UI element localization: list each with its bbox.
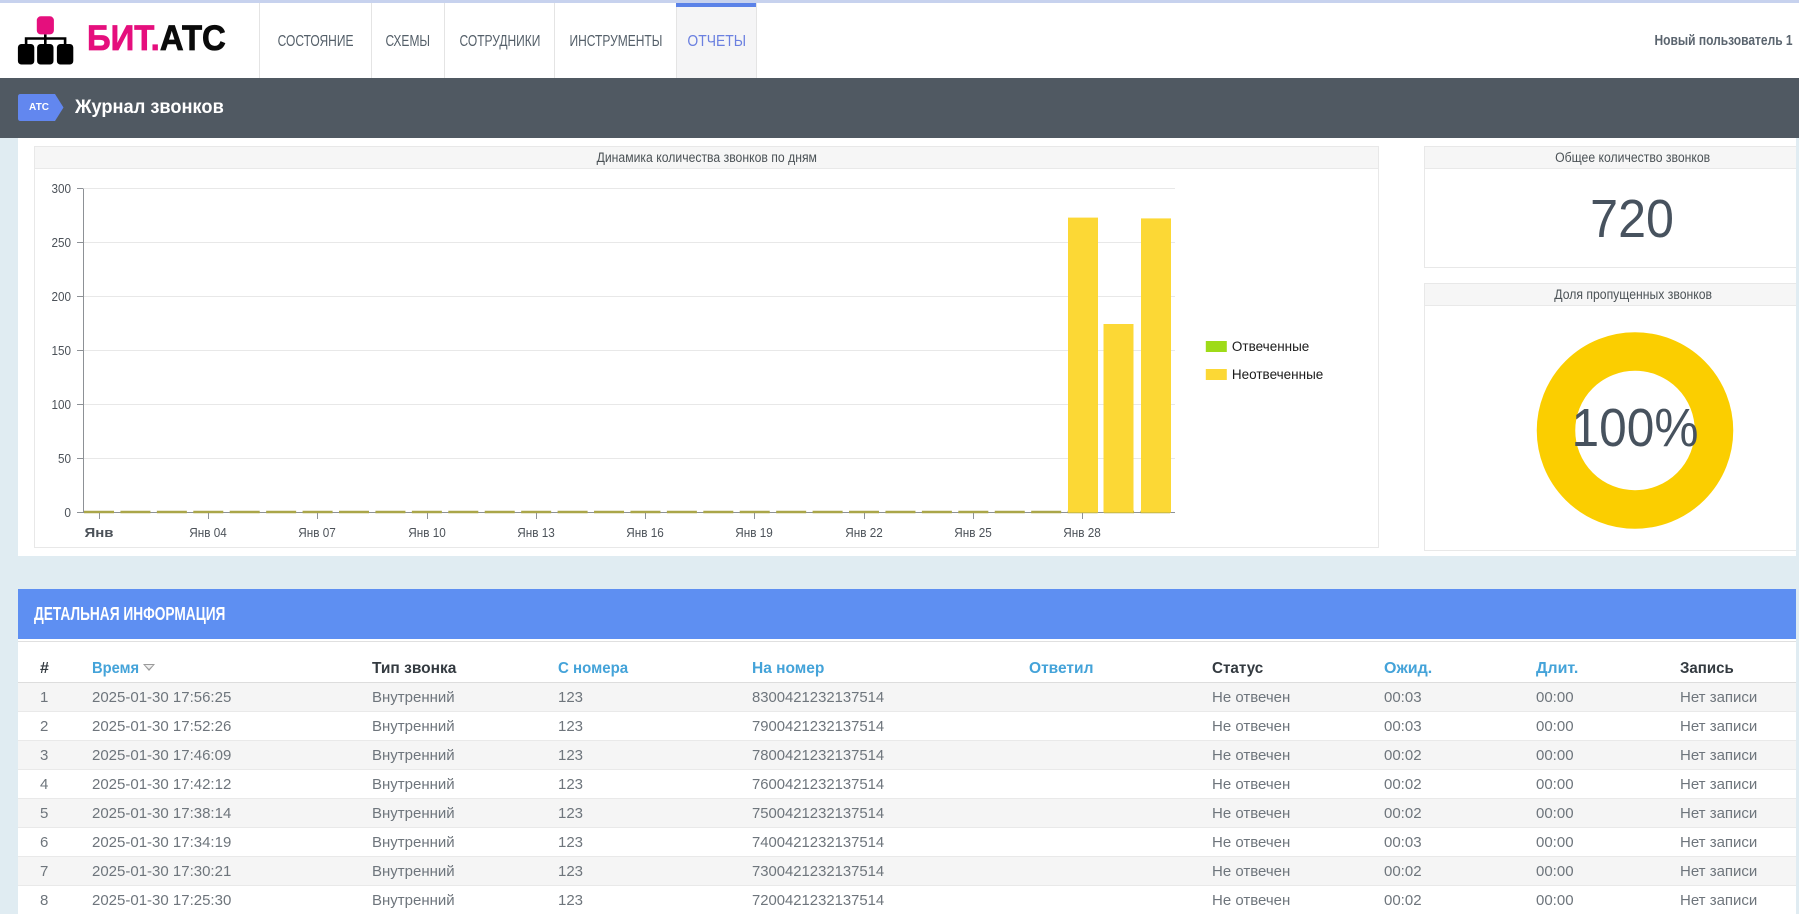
svg-text:250: 250 bbox=[52, 235, 72, 250]
svg-text:Янв 28: Янв 28 bbox=[1063, 525, 1101, 540]
svg-text:0: 0 bbox=[64, 505, 71, 520]
svg-text:50: 50 bbox=[58, 451, 71, 466]
svg-text:Отвеченные: Отвеченные bbox=[1232, 339, 1309, 354]
svg-text:Янв 07: Янв 07 bbox=[298, 525, 336, 540]
svg-text:200: 200 bbox=[52, 289, 72, 304]
svg-text:Янв 10: Янв 10 bbox=[408, 525, 446, 540]
svg-text:Янв 19: Янв 19 bbox=[735, 525, 773, 540]
svg-text:Янв 22: Янв 22 bbox=[845, 525, 883, 540]
svg-text:150: 150 bbox=[52, 343, 72, 358]
svg-text:100%: 100% bbox=[1572, 398, 1699, 458]
svg-text:Янв 25: Янв 25 bbox=[954, 525, 992, 540]
svg-text:300: 300 bbox=[52, 181, 72, 196]
svg-text:Янв 13: Янв 13 bbox=[517, 525, 555, 540]
svg-text:100: 100 bbox=[52, 397, 72, 412]
svg-text:Янв: Янв bbox=[85, 525, 114, 540]
svg-text:Янв 04: Янв 04 bbox=[189, 525, 227, 540]
svg-text:Янв 16: Янв 16 bbox=[626, 525, 664, 540]
svg-text:Неотвеченные: Неотвеченные bbox=[1232, 367, 1323, 382]
